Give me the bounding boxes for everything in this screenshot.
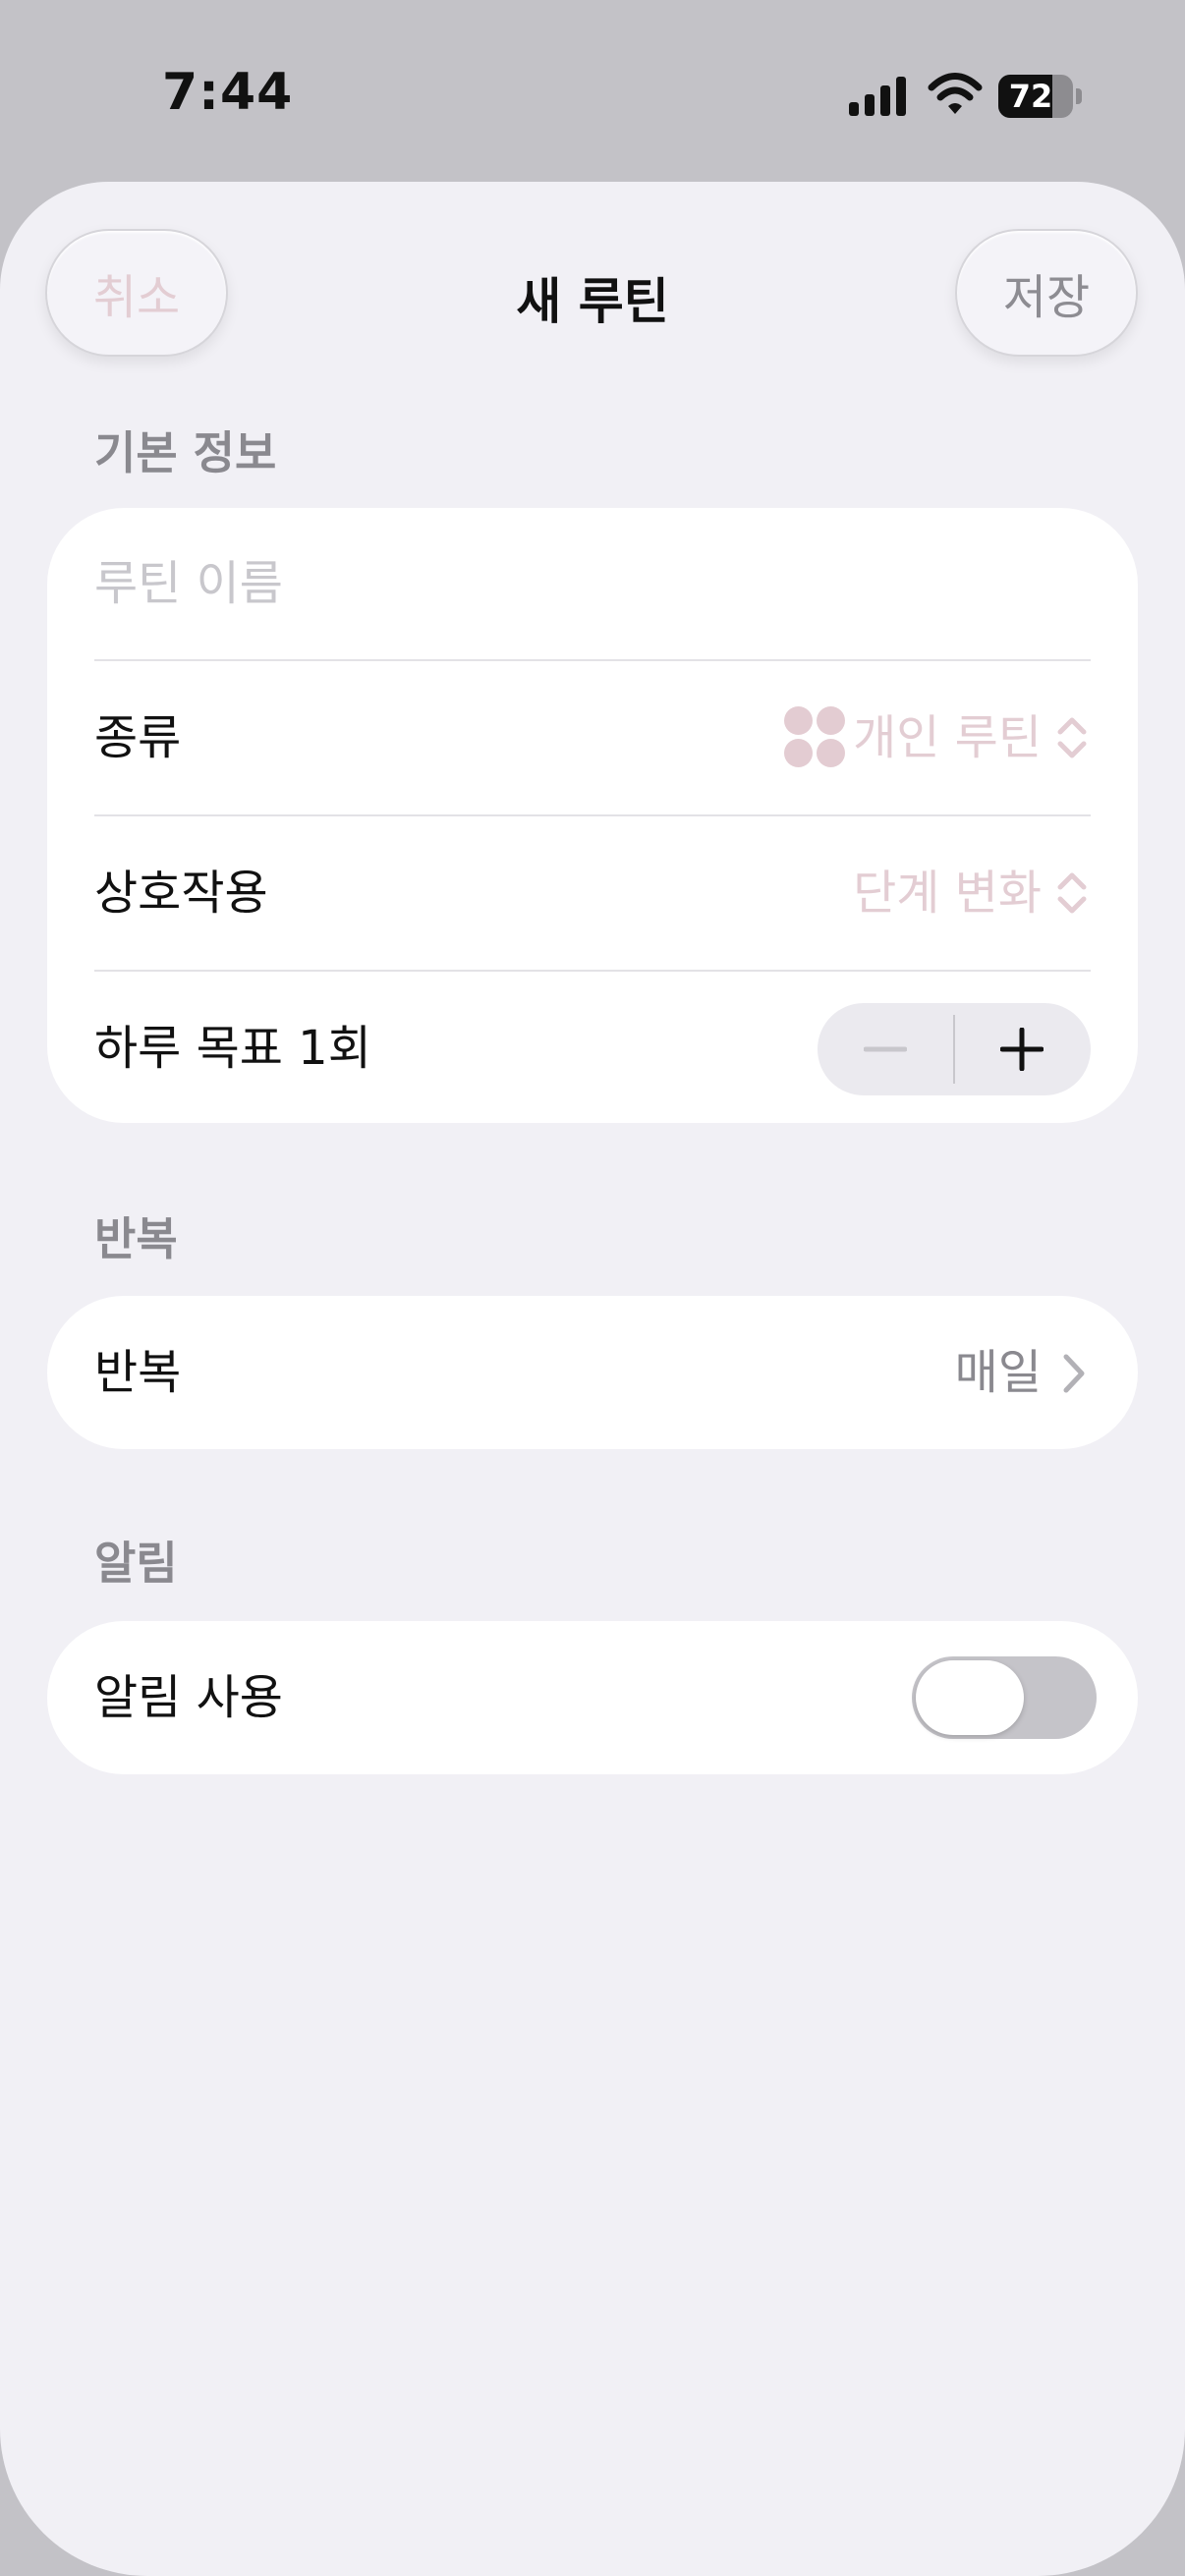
chevron-right-icon	[1063, 1354, 1085, 1393]
section-header-basic-info: 기본 정보	[94, 426, 277, 479]
wifi-icon	[928, 73, 983, 114]
cellular-signal-icon	[849, 77, 906, 116]
repeat-label: 반복	[94, 1345, 182, 1400]
daily-goal-row: 하루 목표 1회	[94, 972, 1138, 1125]
decrement-button[interactable]	[818, 1003, 954, 1095]
repeat-value: 매일	[954, 1345, 1042, 1400]
daily-goal-label: 하루 목표 1회	[94, 1021, 371, 1076]
section-header-repeat: 반복	[94, 1212, 178, 1265]
battery-level: 72	[1008, 78, 1053, 115]
routine-name-field[interactable]: 루틴 이름	[94, 508, 1138, 659]
status-time: 7:44	[162, 63, 294, 122]
minus-icon	[864, 1046, 907, 1052]
repeat-row[interactable]: 반복 매일	[94, 1296, 1138, 1449]
increment-button[interactable]	[954, 1003, 1091, 1095]
new-routine-sheet: 취소 새 루틴 저장 기본 정보 루틴 이름 종류 개인 루틴 상호작용 단계 …	[0, 182, 1185, 2576]
interaction-label: 상호작용	[94, 866, 268, 921]
type-label: 종류	[94, 710, 182, 765]
notification-toggle[interactable]	[912, 1656, 1097, 1739]
repeat-card: 반복 매일	[47, 1296, 1138, 1449]
plus-icon	[1000, 1028, 1044, 1071]
daily-goal-stepper	[818, 1003, 1091, 1095]
battery-icon: 72	[998, 75, 1083, 118]
status-bar: 7:44 72	[0, 0, 1185, 187]
type-row[interactable]: 종류 개인 루틴	[94, 661, 1138, 814]
interaction-value: 단계 변화	[853, 866, 1042, 921]
notification-row: 알림 사용	[94, 1621, 1138, 1774]
type-value: 개인 루틴	[853, 710, 1042, 765]
routine-name-placeholder: 루틴 이름	[94, 556, 283, 611]
notification-label: 알림 사용	[94, 1670, 283, 1725]
chevron-up-down-icon	[1057, 872, 1087, 914]
routine-type-icon	[784, 706, 847, 769]
toggle-knob	[916, 1660, 1024, 1735]
chevron-up-down-icon	[1057, 717, 1087, 758]
section-header-notification: 알림	[94, 1537, 178, 1590]
interaction-row[interactable]: 상호작용 단계 변화	[94, 816, 1138, 970]
notification-card: 알림 사용	[47, 1621, 1138, 1774]
save-button[interactable]: 저장	[955, 229, 1138, 357]
basic-info-card: 루틴 이름 종류 개인 루틴 상호작용 단계 변화 하루 목표 1회	[47, 508, 1138, 1123]
